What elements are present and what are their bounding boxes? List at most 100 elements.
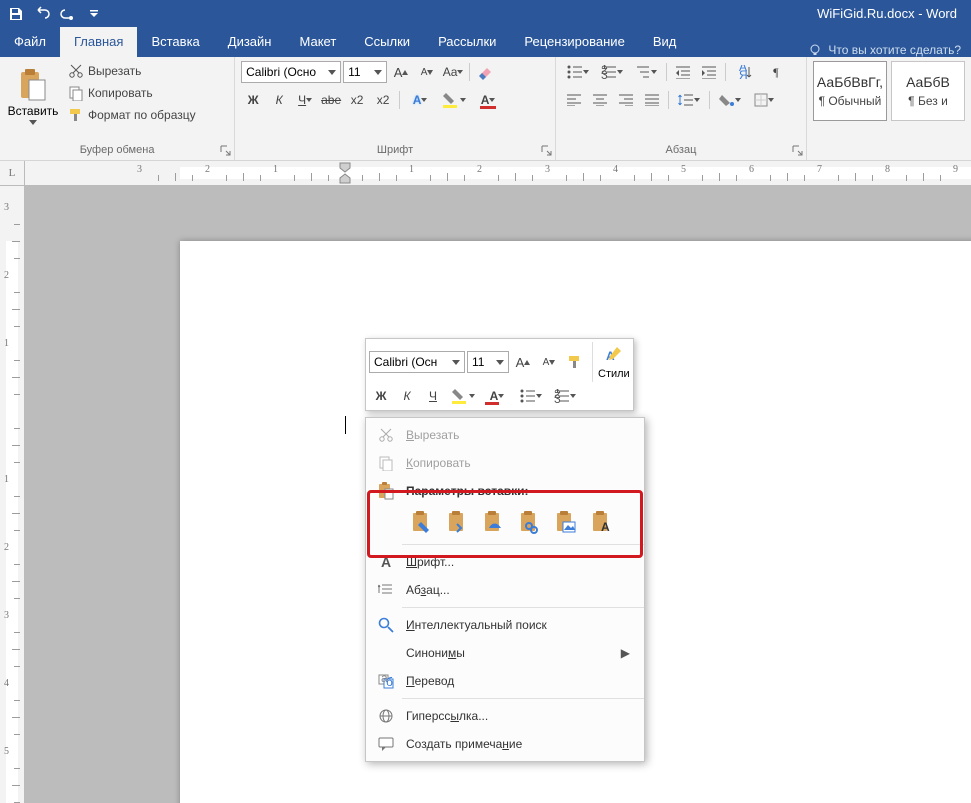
svg-text:A: A	[601, 520, 610, 534]
launcher-icon[interactable]	[539, 143, 553, 157]
mini-shrink-font-button[interactable]: A	[537, 351, 561, 373]
copy-icon	[68, 85, 84, 101]
paste-image-button[interactable]	[550, 507, 582, 537]
paste-button[interactable]: Вставить	[6, 61, 60, 131]
ctx-hyperlink[interactable]: Гиперссылка...	[366, 702, 644, 730]
paste-keep-source-button[interactable]	[406, 507, 438, 537]
style-no-spacing[interactable]: АаБбВ ¶ Без и	[891, 61, 965, 121]
vertical-ruler[interactable]: 321123456789101112	[0, 186, 25, 803]
align-left-button[interactable]	[562, 89, 586, 111]
launcher-icon[interactable]	[790, 143, 804, 157]
undo-button[interactable]	[30, 3, 54, 25]
ruler-tab-selector[interactable]: L	[0, 161, 25, 186]
align-right-button[interactable]	[614, 89, 638, 111]
borders-button[interactable]	[748, 89, 780, 111]
ribbon-group-styles: АаБбВвГг, ¶ Обычный АаБбВ ¶ Без и	[806, 57, 971, 160]
mini-font-color-button[interactable]: A	[481, 385, 513, 407]
ribbon-group-label: Буфер обмена	[6, 144, 228, 158]
scissors-icon	[378, 427, 394, 443]
tab-file[interactable]: Файл	[0, 27, 60, 57]
mini-underline-button[interactable]: Ч	[421, 385, 445, 407]
horizontal-ruler[interactable]: 3211234567891011121314	[25, 161, 971, 186]
decrease-indent-button[interactable]	[671, 61, 695, 83]
tab-home[interactable]: Главная	[60, 27, 137, 57]
search-icon	[378, 617, 394, 633]
bullets-icon	[567, 65, 583, 79]
grow-font-button[interactable]: A	[389, 61, 413, 83]
shrink-font-button[interactable]: A	[415, 61, 439, 83]
italic-button[interactable]: К	[267, 89, 291, 111]
style-normal[interactable]: АаБбВвГг, ¶ Обычный	[813, 61, 887, 121]
cut-button[interactable]: Вырезать	[64, 61, 200, 81]
highlighter-icon	[451, 387, 469, 405]
paste-text-only-button[interactable]: A	[586, 507, 618, 537]
indent-icon	[701, 65, 717, 79]
format-painter-button[interactable]: Формат по образцу	[64, 105, 200, 125]
mini-format-painter-button[interactable]	[563, 351, 587, 373]
change-case-button[interactable]: Aa	[441, 61, 465, 83]
increase-indent-button[interactable]	[697, 61, 721, 83]
tab-design[interactable]: Дизайн	[214, 27, 286, 57]
ctx-new-comment[interactable]: Создать примечание	[366, 730, 644, 758]
paintbrush-icon	[567, 354, 583, 370]
clear-formatting-button[interactable]	[474, 61, 498, 83]
shading-button[interactable]	[714, 89, 746, 111]
tab-view[interactable]: Вид	[639, 27, 691, 57]
ctx-copy: Копировать	[366, 449, 644, 477]
tab-review[interactable]: Рецензирование	[510, 27, 638, 57]
save-button[interactable]	[4, 3, 28, 25]
quick-access-toolbar	[4, 3, 106, 25]
title-bar: WiFiGid.Ru.docx - Word	[0, 0, 971, 27]
font-color-button[interactable]: A	[472, 89, 504, 111]
launcher-icon[interactable]	[218, 143, 232, 157]
sort-button[interactable]: AЯ	[730, 61, 762, 83]
mini-font-size-combo[interactable]: 11	[467, 351, 509, 373]
scissors-icon	[68, 63, 84, 79]
ctx-synonyms[interactable]: Синонимы ▶	[366, 639, 644, 667]
highlighter-icon	[442, 91, 460, 109]
font-size-combo[interactable]: 11	[343, 61, 387, 83]
mini-font-family-combo[interactable]: Calibri (Осн	[369, 351, 465, 373]
chevron-down-icon	[452, 360, 460, 365]
highlight-button[interactable]	[438, 89, 470, 111]
tab-references[interactable]: Ссылки	[350, 27, 424, 57]
font-family-combo[interactable]: Calibri (Осно	[241, 61, 341, 83]
ctx-smart-lookup[interactable]: Интеллектуальный поиск	[366, 611, 644, 639]
mini-styles-button[interactable]: Стили	[598, 368, 630, 380]
tab-layout[interactable]: Макет	[285, 27, 350, 57]
show-marks-button[interactable]: ¶	[764, 61, 788, 83]
subscript-button[interactable]: x2	[345, 89, 369, 111]
bold-button[interactable]: Ж	[241, 89, 265, 111]
justify-button[interactable]	[640, 89, 664, 111]
numbering-button[interactable]: 123	[596, 61, 628, 83]
copy-button[interactable]: Копировать	[64, 83, 200, 103]
mini-bullets-button[interactable]	[515, 385, 547, 407]
redo-button[interactable]	[56, 3, 80, 25]
mini-numbering-button[interactable]: 123	[549, 385, 581, 407]
qat-customize-button[interactable]	[82, 3, 106, 25]
font-a-icon: A	[376, 553, 396, 571]
tell-me-input[interactable]: Что вы хотите сделать?	[798, 43, 971, 57]
align-center-button[interactable]	[588, 89, 612, 111]
paste-link-button[interactable]	[514, 507, 546, 537]
superscript-button[interactable]: x2	[371, 89, 395, 111]
line-spacing-button[interactable]	[673, 89, 705, 111]
ctx-font[interactable]: A Шрифт...	[366, 548, 644, 576]
ctx-paragraph[interactable]: Абзац...	[366, 576, 644, 604]
strikethrough-button[interactable]: abe	[319, 89, 343, 111]
sort-icon: AЯ	[739, 65, 753, 79]
mini-italic-button[interactable]: К	[395, 385, 419, 407]
ribbon-group-clipboard: Вставить Вырезать Копировать Формат по о…	[0, 57, 234, 160]
text-effects-button[interactable]: A	[404, 89, 436, 111]
mini-bold-button[interactable]: Ж	[369, 385, 393, 407]
underline-button[interactable]: Ч	[293, 89, 317, 111]
bullets-button[interactable]	[562, 61, 594, 83]
paste-picture-button[interactable]	[478, 507, 510, 537]
multilevel-list-button[interactable]	[630, 61, 662, 83]
tab-insert[interactable]: Вставка	[137, 27, 213, 57]
paste-merge-button[interactable]	[442, 507, 474, 537]
mini-highlight-button[interactable]	[447, 385, 479, 407]
mini-grow-font-button[interactable]: A	[511, 351, 535, 373]
ctx-translate[interactable]: aб Перевод	[366, 667, 644, 695]
tab-mailings[interactable]: Рассылки	[424, 27, 510, 57]
